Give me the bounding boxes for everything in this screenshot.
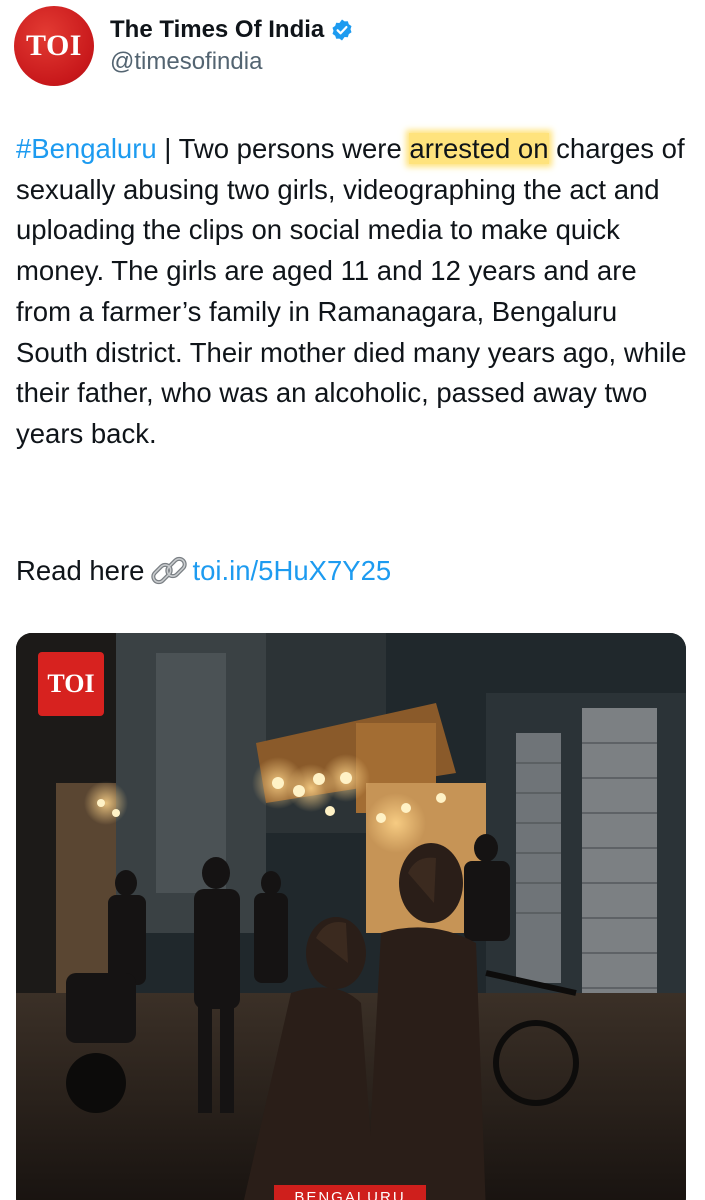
hashtag-link[interactable]: #Bengaluru: [16, 133, 157, 164]
read-here-label: Read here: [16, 555, 145, 586]
handle[interactable]: @timesofindia: [110, 48, 354, 76]
tweet-text-segment: | Two persons were: [156, 133, 410, 164]
account-names: The Times Of India @timesofindia: [110, 16, 354, 76]
tweet-text: #Bengaluru | Two persons were arrested o…: [16, 129, 696, 455]
display-name[interactable]: The Times Of India: [110, 16, 324, 44]
read-here-row: Read here toi.in/5HuX7Y25: [16, 549, 391, 593]
tweet-text-segment: charges of sexually abusing two girls, v…: [16, 133, 687, 449]
name-row: The Times Of India: [110, 16, 354, 44]
avatar[interactable]: TOI: [14, 6, 94, 86]
tweet-header: TOI The Times Of India @timesofindia: [14, 6, 354, 86]
toi-logo-badge: TOI: [38, 652, 104, 716]
link-icon: [151, 556, 188, 585]
highlighted-text: arrested on: [409, 133, 549, 164]
street-scene-illustration: [16, 633, 686, 1200]
location-tag: BENGALURU: [274, 1185, 426, 1200]
tweet-media-image[interactable]: TOI BENGALURU: [16, 633, 686, 1200]
article-link[interactable]: toi.in/5HuX7Y25: [192, 555, 391, 587]
verified-badge-icon: [332, 19, 352, 41]
tweet-card: TOI The Times Of India @timesofindia #Be…: [0, 0, 705, 1200]
